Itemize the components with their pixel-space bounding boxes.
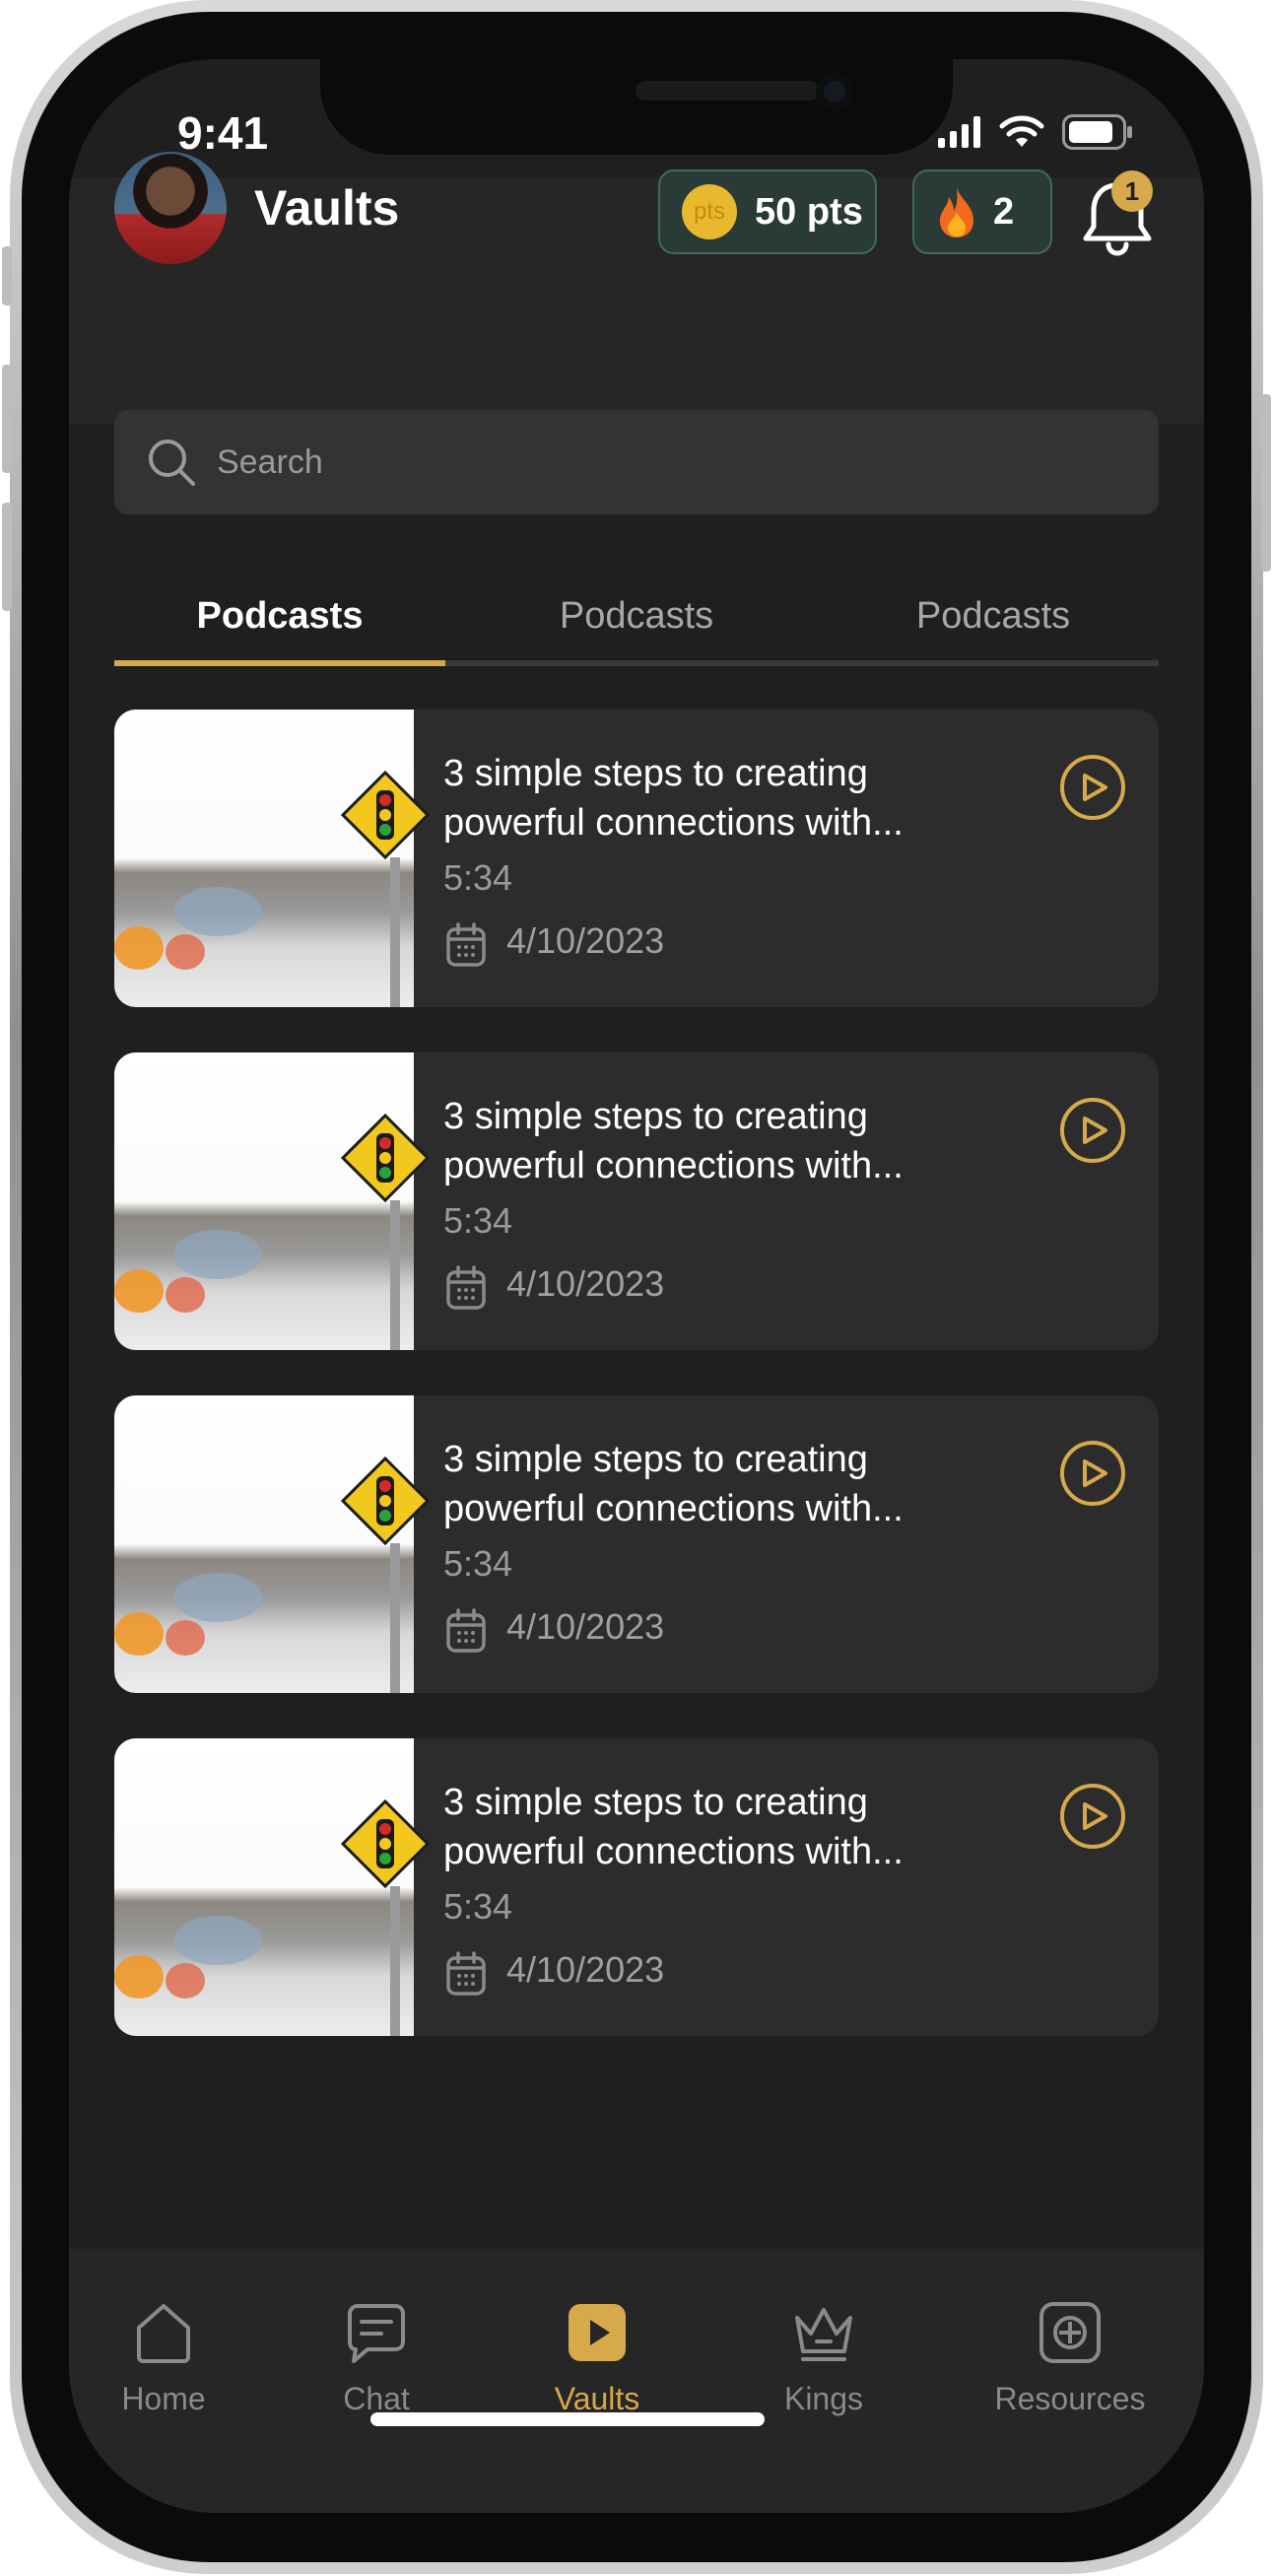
fire-icon	[940, 187, 973, 237]
crown-icon	[795, 2308, 852, 2361]
bottom-nav: Home Chat Vaults Kings Resources	[69, 2249, 1204, 2513]
play-button-icon[interactable]	[1058, 753, 1127, 822]
plus-square-icon	[1039, 2302, 1101, 2363]
play-button-icon[interactable]	[1058, 1782, 1127, 1851]
calendar-icon	[446, 1608, 486, 1653]
calendar-icon	[446, 922, 486, 967]
home-icon	[137, 2304, 190, 2363]
podcast-date: 4/10/2023	[506, 1949, 665, 1990]
notification-badge: 1	[1111, 170, 1153, 212]
nav-chat[interactable]: Chat	[288, 2298, 465, 2417]
nav-label-home: Home	[121, 2381, 206, 2416]
status-icons	[938, 114, 1133, 150]
chat-icon	[348, 2304, 405, 2363]
search-icon	[149, 440, 195, 486]
wifi-icon	[999, 115, 1044, 147]
traffic-light-sign-icon	[341, 1457, 430, 1545]
tab-podcasts-2[interactable]: Podcasts	[471, 572, 802, 660]
tab-bar: Podcasts Podcasts Podcasts	[114, 572, 1159, 666]
podcast-duration: 5:34	[443, 857, 513, 898]
podcast-duration: 5:34	[443, 1200, 513, 1241]
podcast-thumbnail	[114, 1395, 430, 1693]
avatar[interactable]	[114, 152, 227, 264]
play-button-icon[interactable]	[1058, 1439, 1127, 1508]
podcast-thumbnail	[114, 1738, 430, 2036]
podcast-thumbnail	[114, 710, 430, 1007]
traffic-light-sign-icon	[341, 1114, 430, 1202]
streak-value: 2	[993, 190, 1015, 233]
podcast-card[interactable]: 3 simple steps to creating powerful conn…	[114, 1395, 1159, 1693]
play-button-icon[interactable]	[1058, 1096, 1127, 1165]
points-badge[interactable]: pts 50 pts	[658, 169, 877, 254]
podcast-date: 4/10/2023	[506, 1606, 665, 1647]
points-coin-icon: pts	[682, 184, 737, 239]
nav-label-kings: Kings	[783, 2381, 864, 2416]
nav-home[interactable]: Home	[75, 2298, 252, 2417]
points-coin-label: pts	[693, 198, 725, 225]
cellular-signal-icon	[938, 116, 980, 148]
podcast-duration: 5:34	[443, 1886, 513, 1927]
speaker-grille	[636, 81, 819, 101]
calendar-icon	[446, 1951, 486, 1996]
page-title: Vaults	[254, 180, 400, 236]
notch	[320, 59, 953, 155]
calendar-icon	[446, 1265, 486, 1310]
podcast-title: 3 simple steps to creating powerful conn…	[443, 1782, 904, 1872]
volume-up-button	[2, 365, 12, 473]
podcast-date: 4/10/2023	[506, 1263, 665, 1304]
tab-active-indicator	[114, 660, 445, 666]
podcast-title: 3 simple steps to creating powerful conn…	[443, 1439, 904, 1529]
search-bar[interactable]	[114, 410, 1159, 514]
battery-icon	[1062, 114, 1132, 150]
app-screen: 9:41 Vaults pts 50 pts 2 1 Search Podcas…	[69, 59, 1204, 2513]
podcast-card[interactable]: 3 simple steps to creating powerful conn…	[114, 1738, 1159, 2036]
nav-kings[interactable]: Kings	[735, 2298, 912, 2417]
podcast-thumbnail	[114, 1052, 430, 1350]
nav-resources[interactable]: Resources	[962, 2298, 1178, 2417]
search-input[interactable]	[215, 441, 1007, 483]
power-button	[1261, 394, 1271, 572]
podcast-title: 3 simple steps to creating powerful conn…	[443, 753, 904, 844]
tab-podcasts-1[interactable]: Podcasts	[114, 572, 445, 660]
podcast-card[interactable]: 3 simple steps to creating powerful conn…	[114, 1052, 1159, 1350]
podcast-date: 4/10/2023	[506, 920, 665, 961]
front-camera	[816, 73, 853, 110]
volume-down-button	[2, 503, 12, 611]
podcast-card[interactable]: 3 simple steps to creating powerful conn…	[114, 710, 1159, 1007]
podcast-duration: 5:34	[443, 1543, 513, 1584]
nav-label-resources: Resources	[994, 2381, 1146, 2416]
streak-badge[interactable]: 2	[912, 169, 1052, 254]
play-square-icon	[569, 2304, 626, 2361]
home-indicator[interactable]	[370, 2412, 765, 2426]
tab-podcasts-3[interactable]: Podcasts	[828, 572, 1159, 660]
traffic-light-sign-icon	[341, 1799, 430, 1888]
points-value: 50 pts	[755, 190, 863, 233]
nav-vaults[interactable]: Vaults	[508, 2298, 686, 2417]
silent-switch	[2, 246, 12, 305]
podcast-title: 3 simple steps to creating powerful conn…	[443, 1096, 904, 1186]
traffic-light-sign-icon	[341, 771, 430, 859]
status-time: 9:41	[177, 107, 269, 159]
